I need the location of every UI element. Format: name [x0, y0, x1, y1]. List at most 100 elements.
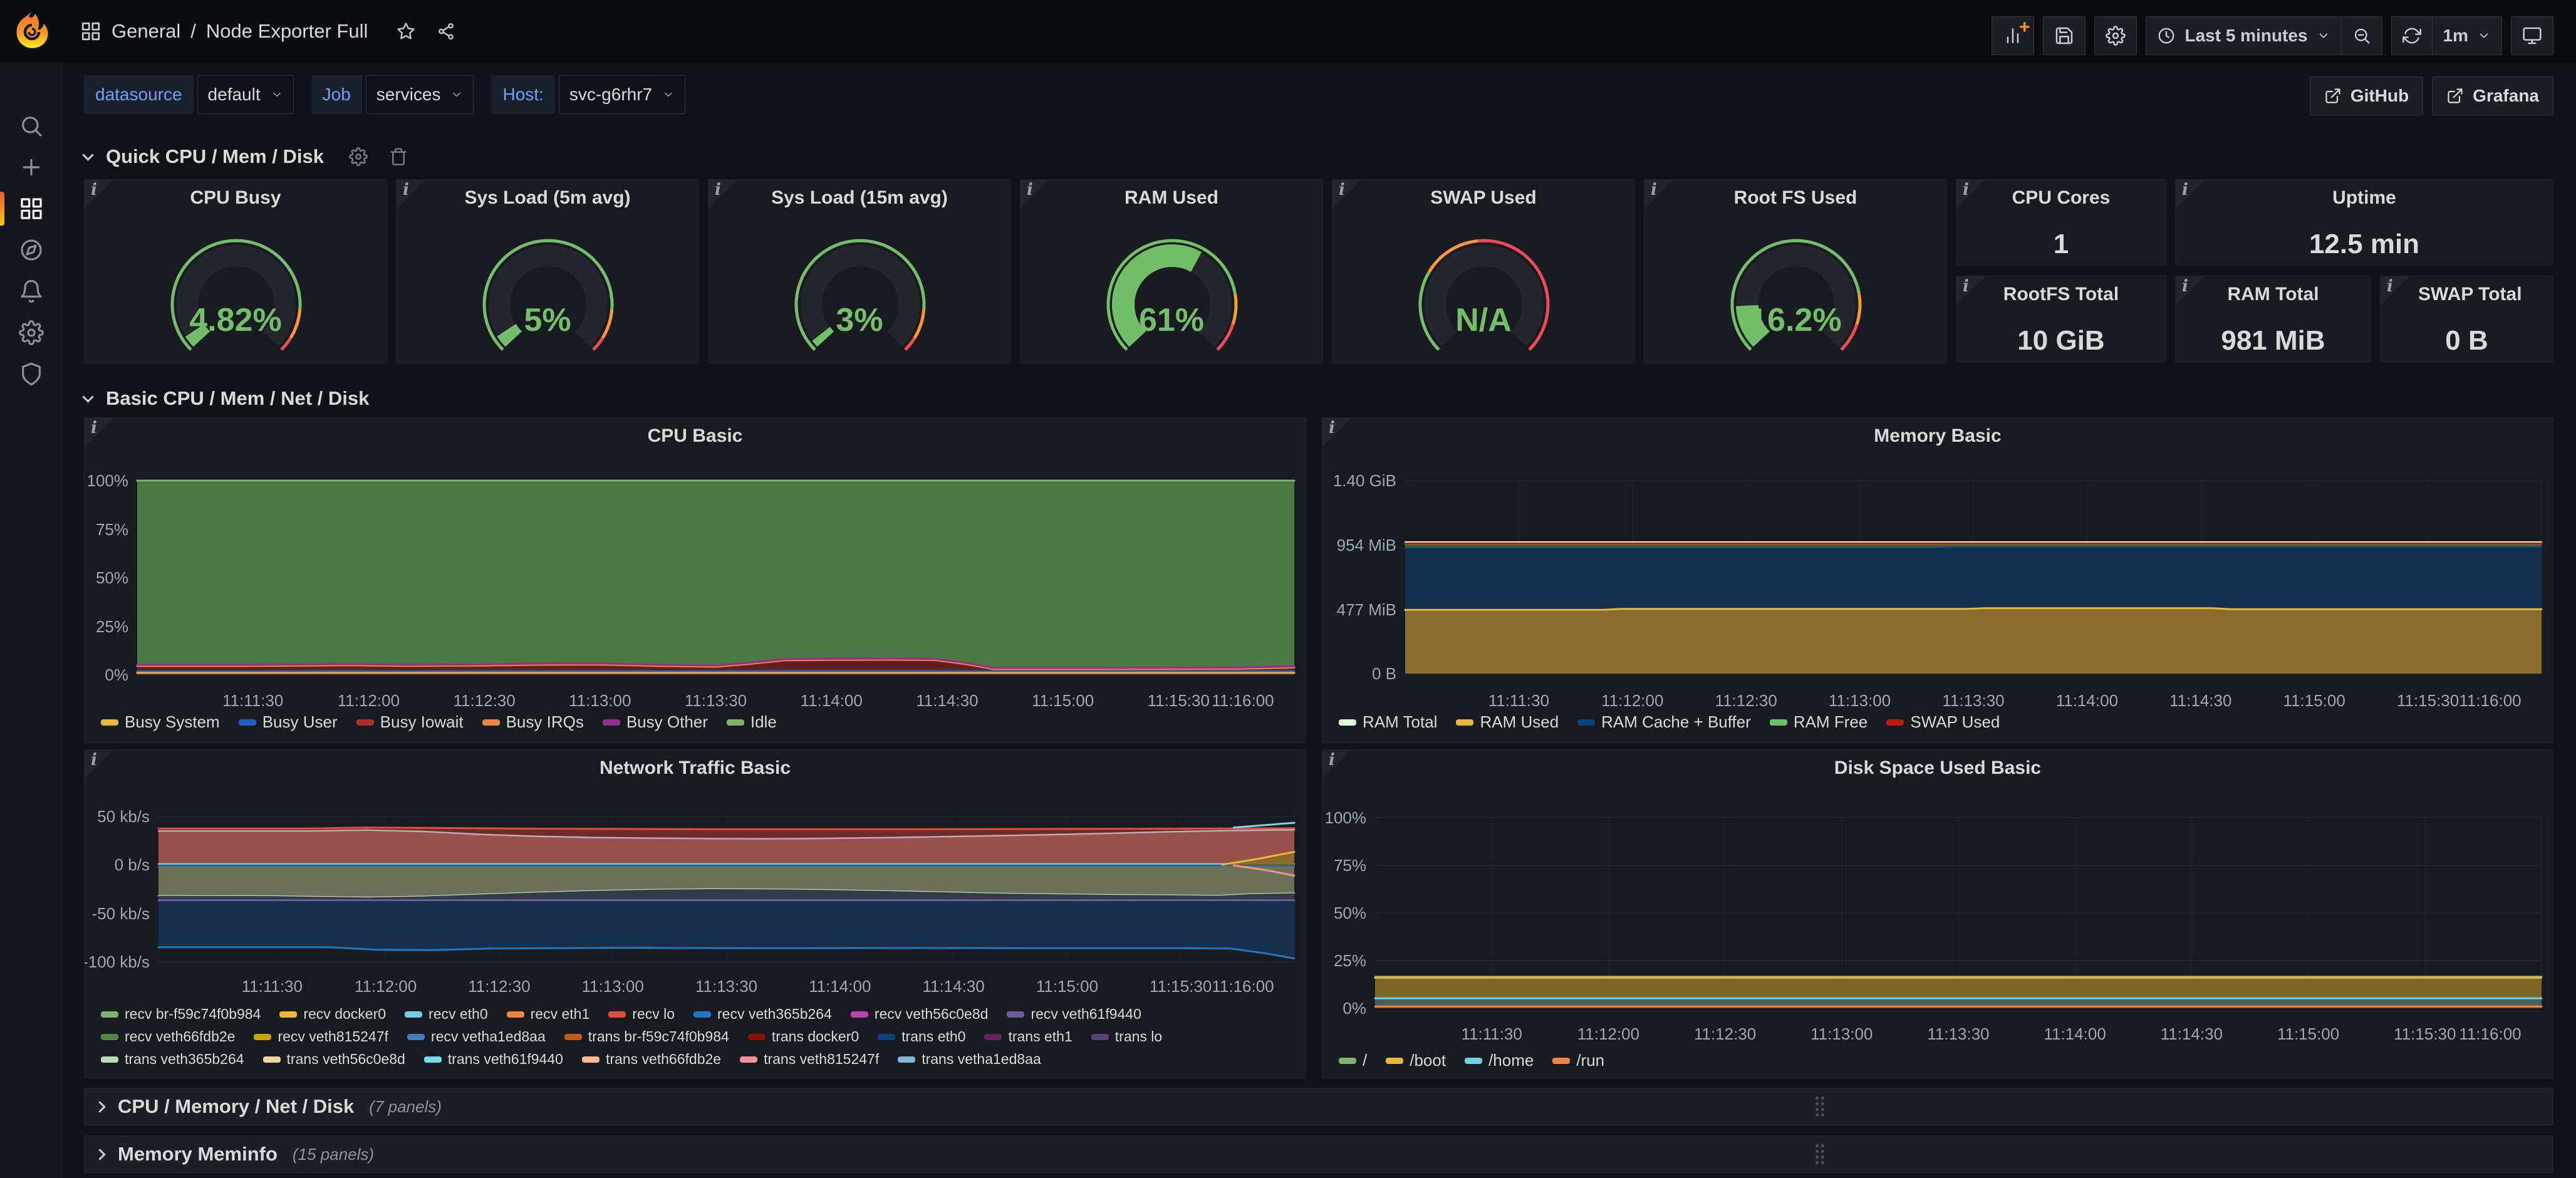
star-icon[interactable] [397, 22, 415, 41]
sidebar-item-configuration-gear[interactable] [0, 312, 63, 353]
legend-item[interactable]: SWAP Used [1886, 712, 2000, 732]
row-drag-handle[interactable] [1815, 1097, 1824, 1117]
legend-item[interactable]: recv veth66fdb2e [101, 1028, 235, 1045]
legend-item[interactable]: trans docker0 [748, 1028, 859, 1045]
sidebar-item-alerting-bell[interactable] [0, 271, 63, 312]
legend-item[interactable]: /home [1465, 1051, 1534, 1070]
sidebar-item-explore-compass[interactable] [0, 229, 63, 271]
panel-title[interactable]: CPU Cores [1994, 187, 2128, 209]
variable-value-dropdown[interactable]: services [366, 75, 474, 114]
legend-item[interactable]: Busy User [239, 712, 338, 732]
panel-title[interactable]: RAM Total [2213, 284, 2333, 305]
cycle-view-button[interactable] [2511, 16, 2553, 55]
legend-item[interactable]: RAM Total [1339, 712, 1437, 732]
legend-item[interactable]: Busy IRQs [482, 712, 584, 732]
panel-title[interactable]: Uptime [2213, 187, 2515, 209]
legend-item[interactable]: trans veth56c0e8d [263, 1051, 405, 1068]
sidebar-item-plus[interactable] [0, 147, 63, 188]
grafana-link-button[interactable]: Grafana [2432, 76, 2553, 115]
dashboard-links: GitHub Grafana [2310, 76, 2553, 115]
row-header-basic[interactable]: Basic CPU / Mem / Net / Disk [84, 382, 369, 415]
legend-item[interactable]: Busy Iowait [356, 712, 464, 732]
legend-item[interactable]: recv vetha1ed8aa [407, 1028, 546, 1045]
legend-item[interactable]: trans veth61f9440 [424, 1051, 563, 1068]
legend-item[interactable]: / [1339, 1051, 1367, 1070]
panel-info-corner[interactable] [2176, 276, 2205, 305]
sidebar-item-server-admin-shield[interactable] [0, 353, 63, 395]
github-link-button[interactable]: GitHub [2310, 76, 2423, 115]
legend-item[interactable]: trans veth815247f [740, 1051, 879, 1068]
breadcrumb-section[interactable]: General [112, 20, 180, 43]
legend-swatch [564, 1034, 582, 1040]
gauge-value: 4.82% [85, 301, 387, 339]
panel-info-corner[interactable] [1956, 276, 1985, 305]
y-axis-label: 0 B [1372, 664, 1396, 684]
legend-item[interactable]: /boot [1386, 1051, 1446, 1070]
sidebar-item-search[interactable] [0, 105, 63, 147]
legend-item[interactable]: trans veth66fdb2e [582, 1051, 721, 1068]
legend-item[interactable]: recv veth61f9440 [1007, 1006, 1141, 1023]
legend-item[interactable]: trans veth365b264 [101, 1051, 244, 1068]
legend-item[interactable]: trans lo [1091, 1028, 1162, 1045]
gauge-value: 5% [397, 301, 699, 339]
row-drag-handle[interactable] [1815, 1144, 1824, 1164]
legend-label: trans eth0 [901, 1028, 965, 1045]
time-range-button[interactable]: Last 5 minutes [2146, 17, 2340, 55]
legend-item[interactable]: trans eth1 [984, 1028, 1072, 1045]
legend-item[interactable]: Busy System [101, 712, 220, 732]
legend-swatch [603, 719, 620, 726]
row-title[interactable]: Basic CPU / Mem / Net / Disk [106, 387, 369, 410]
legend-item[interactable]: recv eth1 [507, 1006, 590, 1023]
legend-item[interactable]: recv veth56c0e8d [851, 1006, 989, 1023]
legend-item[interactable]: recv br-f59c74f0b984 [101, 1006, 261, 1023]
collapsed-row-memory-meminfo[interactable]: Memory Meminfo (15 panels) [84, 1135, 2553, 1173]
save-dashboard-button[interactable] [2043, 16, 2085, 55]
sidebar-item-dashboards[interactable] [0, 188, 63, 229]
refresh-button[interactable] [2392, 17, 2432, 55]
variable-value-dropdown[interactable]: default [197, 75, 294, 114]
panel-info-corner[interactable] [2381, 276, 2409, 305]
legend-item[interactable]: recv veth815247f [254, 1028, 388, 1045]
zoom-out-button[interactable] [2341, 17, 2382, 55]
legend-item[interactable]: Busy Other [603, 712, 708, 732]
legend-swatch [1386, 1058, 1403, 1064]
row-settings-gear-icon[interactable] [349, 147, 368, 166]
variable-value-dropdown[interactable]: svc-g6rhr7 [559, 75, 685, 114]
row-delete-trash-icon[interactable] [389, 147, 408, 166]
row-header-quick[interactable]: Quick CPU / Mem / Disk [84, 140, 408, 173]
legend-item[interactable]: recv lo [608, 1006, 675, 1023]
legend-swatch [482, 719, 500, 726]
panel-info-corner[interactable] [1956, 180, 1985, 209]
grafana-logo-icon[interactable] [11, 10, 51, 53]
template-variable: Host: svc-g6rhr7 [491, 75, 685, 114]
gauge-panel-cpu-busy: i CPU Busy 4.82% [84, 179, 387, 363]
variable-label: Job [311, 75, 362, 114]
legend-item[interactable]: recv docker0 [279, 1006, 386, 1023]
add-panel-button[interactable]: + [1992, 16, 2034, 55]
legend-item[interactable]: RAM Used [1456, 712, 1559, 732]
legend-item[interactable]: trans eth0 [878, 1028, 965, 1045]
legend-item[interactable]: trans vetha1ed8aa [898, 1051, 1041, 1068]
legend-item[interactable]: RAM Cache + Buffer [1577, 712, 1751, 732]
page-title[interactable]: Node Exporter Full [206, 20, 368, 43]
panel-memory-basic: i Memory Basic 0 B477 MiB954 MiB1.40 GiB… [1322, 417, 2553, 743]
legend-item[interactable]: recv veth365b264 [693, 1006, 832, 1023]
x-axis-label: 11:11:30 [1465, 691, 1572, 711]
legend-item[interactable]: trans br-f59c74f0b984 [564, 1028, 729, 1045]
legend-item[interactable]: recv eth0 [405, 1006, 488, 1023]
legend-item[interactable]: Idle [727, 712, 777, 732]
share-icon[interactable] [437, 22, 455, 41]
y-axis-label: 50 kb/s [97, 807, 150, 826]
legend-item[interactable]: RAM Free [1770, 712, 1867, 732]
legend-swatch [101, 1056, 118, 1063]
panel-info-corner[interactable] [2176, 180, 2205, 209]
row-title[interactable]: Quick CPU / Mem / Disk [106, 145, 324, 168]
dashboard-settings-button[interactable] [2094, 16, 2137, 55]
panel-title[interactable]: SWAP Total [2418, 284, 2515, 305]
legend-label: trans eth1 [1008, 1028, 1072, 1045]
apps-grid-icon[interactable] [80, 21, 101, 42]
refresh-interval-button[interactable]: 1m [2432, 17, 2501, 55]
collapsed-row-cpu-memory-net-disk[interactable]: CPU / Memory / Net / Disk (7 panels) [84, 1088, 2553, 1125]
legend-item[interactable]: /run [1552, 1051, 1604, 1070]
panel-title[interactable]: RootFS Total [1994, 284, 2128, 305]
